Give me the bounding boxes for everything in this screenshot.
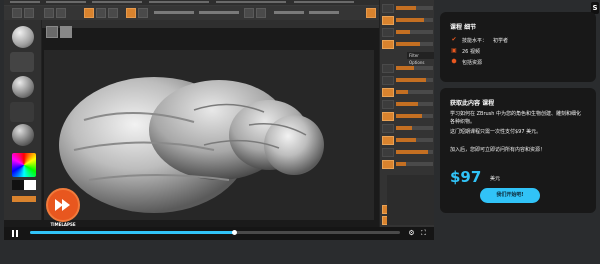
subtool-thumb[interactable] [46, 26, 58, 38]
course-details-card: 课程 细节 ✔ 技能水平： 初学者 ▣ 26 视频 ⬢ 包括资源 [440, 12, 596, 82]
resources-label: 包括资源 [462, 59, 483, 66]
price-unit: 美元 [490, 176, 501, 182]
graduation-cap-icon: ✔ [451, 36, 457, 43]
video-count-label: 26 视频 [462, 48, 480, 55]
start-button[interactable]: 我们开始吧! [480, 188, 540, 203]
subtool-thumb[interactable] [60, 26, 72, 38]
access-description: 学习如何在 ZBrush 中为您的角色和生物创建、雕刻和细化各种织物。 [450, 111, 582, 125]
resources-row: ⬢ 包括资源 [450, 58, 482, 66]
zbrush-left-shelf [4, 20, 42, 220]
price: $97 [450, 168, 482, 186]
pause-icon[interactable] [12, 230, 20, 238]
alpha-icon[interactable] [12, 76, 34, 98]
secondary-color-swatch[interactable] [24, 180, 36, 190]
subtool-thumbnails [44, 26, 104, 52]
gear-icon[interactable]: ⚙ [407, 229, 416, 238]
play-chevron-icon [55, 199, 70, 211]
package-icon: ⬢ [451, 58, 457, 65]
access-title: 获取此内容 课程 [450, 100, 495, 107]
sculpt-viewport[interactable] [44, 50, 374, 220]
skill-level-value: 初学者 [493, 37, 509, 44]
progress-knob[interactable] [231, 230, 237, 235]
switch-color-button[interactable] [12, 196, 36, 202]
material-icon[interactable] [12, 124, 34, 146]
texture-icon[interactable] [10, 102, 34, 122]
access-join-note: 加入后，您即可立即访问所有内容和资源！ [450, 147, 546, 153]
progress-bar[interactable] [30, 230, 400, 235]
sculpt-mesh [59, 77, 324, 213]
skill-level-row: ✔ 技能水平： 初学者 [450, 36, 508, 44]
video-player[interactable]: Filter Options TIMELAPSE ACADEMY [4, 0, 434, 240]
stroke-icon[interactable] [10, 52, 34, 72]
brush-icon[interactable] [12, 26, 34, 48]
color-picker[interactable] [12, 153, 36, 177]
zbrush-menubar [4, 0, 434, 5]
zbrush-subtool-panel [387, 175, 434, 225]
filter-options-tag: Filter Options [407, 52, 434, 65]
fullscreen-icon[interactable]: ⛶ [419, 229, 428, 238]
access-card: 获取此内容 课程 学习如何在 ZBrush 中为您的角色和生物创建、雕刻和细化各… [440, 88, 596, 213]
progress-fill [30, 231, 234, 234]
skill-level-label: 技能水平： [462, 37, 488, 44]
video-count-row: ▣ 26 视频 [450, 47, 480, 55]
page: Filter Options TIMELAPSE ACADEMY ⚙ ⛶ S 课… [0, 0, 600, 264]
primary-color-swatch[interactable] [12, 180, 24, 190]
zbrush-toolbar [4, 6, 434, 20]
course-details-title: 课程 细节 [450, 24, 477, 31]
access-price-note: 这门短期课程只需一次性支付$97 美元。 [450, 129, 542, 135]
video-controls: ⚙ ⛶ [4, 227, 434, 240]
video-icon: ▣ [451, 47, 457, 54]
timelapse-logo [46, 188, 80, 222]
